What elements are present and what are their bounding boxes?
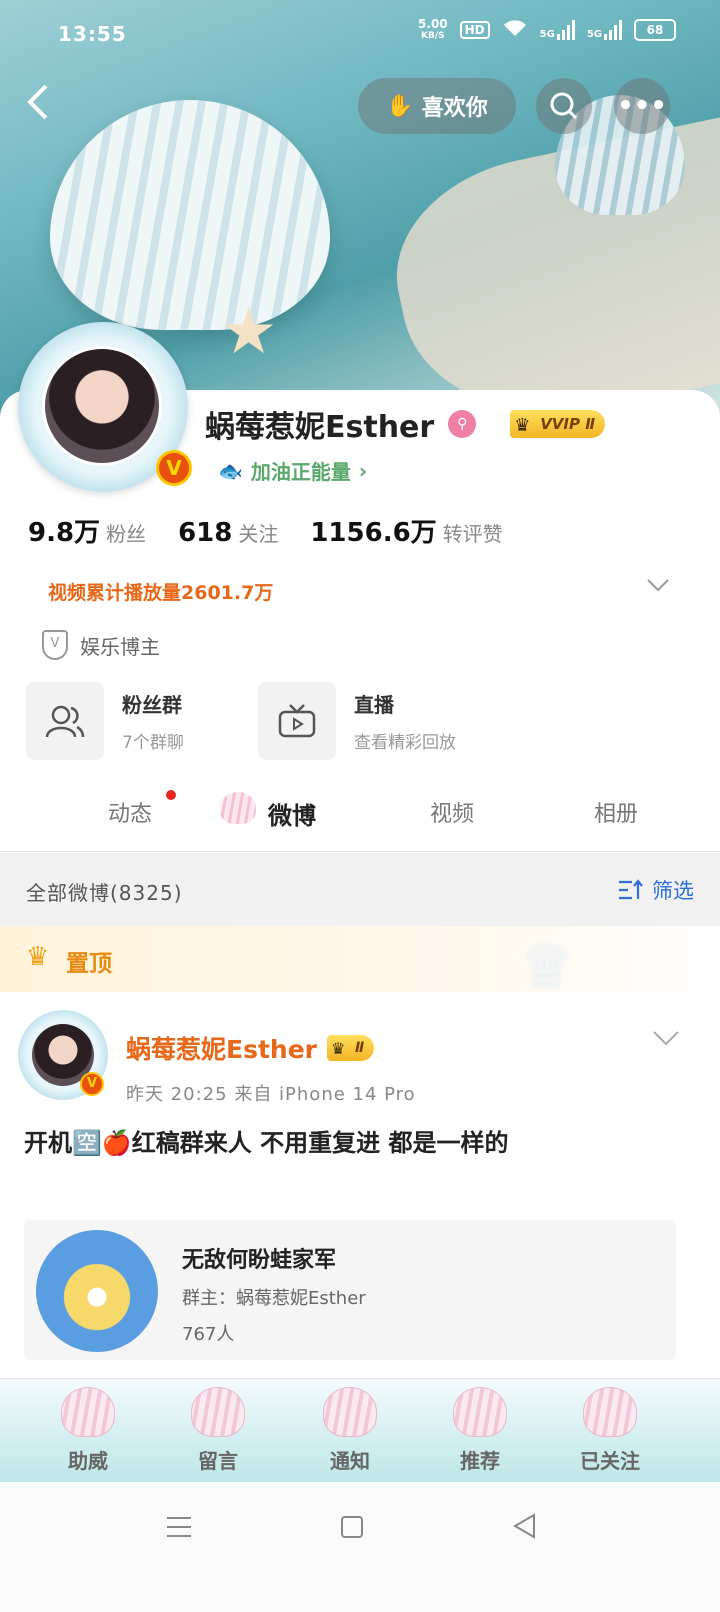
profile-stats: 9.8万 粉丝 618 关注 1156.6万 转评赞 — [28, 512, 503, 549]
shell-icon — [61, 1387, 115, 1437]
vvip-badge[interactable]: ♛ VVIP Ⅱ — [510, 410, 606, 438]
all-posts-count: 全部微博(8325) — [26, 881, 183, 905]
bottom-action-bar: 助威 留言 通知 推荐 已关注 — [0, 1378, 720, 1482]
shell-icon — [220, 792, 256, 824]
pearl-shell-group-logo — [36, 1230, 158, 1352]
name-row: 蜗莓惹妮Esther ⚲ ♛ VVIP Ⅱ — [205, 402, 606, 446]
tab-activity[interactable]: 动态 — [108, 796, 152, 828]
energy-link[interactable]: 🐟 加油正能量 › — [218, 456, 367, 485]
fan-group-button[interactable]: 粉丝群 7个群聊 — [26, 682, 184, 760]
shield-v-icon: V — [42, 630, 68, 660]
profile-name: 蜗莓惹妮Esther — [205, 410, 435, 445]
hd-icon: HD — [459, 21, 490, 39]
filter-button[interactable]: 筛选 — [618, 875, 694, 905]
shell-icon — [583, 1387, 637, 1437]
avatar-image — [42, 346, 162, 466]
verified-v-icon: V — [156, 450, 192, 486]
status-bar: 13:55 5.00 KB/S HD 5G 5G 68 — [0, 0, 720, 64]
stat-following[interactable]: 618 关注 — [178, 518, 278, 548]
home-icon[interactable] — [340, 1512, 364, 1547]
expand-profile-button[interactable] — [646, 570, 670, 600]
crown-icon: ♛ — [26, 942, 50, 972]
recommend-button[interactable]: 推荐 — [420, 1379, 540, 1483]
signal-icon-2: 5G — [587, 20, 622, 40]
system-icons: 5.00 KB/S HD 5G 5G 68 — [418, 18, 676, 42]
post-author-name[interactable]: 蜗莓惹妮Esther — [126, 1030, 317, 1066]
cheer-button[interactable]: 助威 — [28, 1379, 148, 1483]
group-chat-card[interactable]: 无敌何盼蛙家军 群主：蜗莓惹妮Esther 767人 — [24, 1220, 676, 1360]
clock: 13:55 — [58, 22, 127, 46]
avatar[interactable]: V — [18, 322, 192, 492]
filter-bar: 全部微博(8325) 筛选 — [0, 853, 720, 927]
stat-followers[interactable]: 9.8万 粉丝 — [28, 512, 146, 549]
shell-icon — [453, 1387, 507, 1437]
network-speed: 5.00 KB/S — [418, 17, 448, 41]
chevron-left-icon — [27, 84, 48, 120]
shell-icon — [191, 1387, 245, 1437]
tab-weibo[interactable]: 微博 — [268, 796, 316, 831]
verified-v-icon: V — [80, 1072, 104, 1096]
like-you-button[interactable]: ✋ 喜欢你 — [358, 78, 516, 134]
post-author-avatar[interactable]: V — [18, 1010, 108, 1100]
vip-badge[interactable]: ♛ Ⅱ — [327, 1035, 375, 1061]
hand-heart-icon: ✋ — [386, 93, 414, 119]
post-text[interactable]: 开机🈳🍎红稿群来人 不用重复进 都是一样的 — [24, 1120, 684, 1166]
more-button[interactable]: ••• — [614, 78, 670, 134]
notify-button[interactable]: 通知 — [290, 1379, 410, 1483]
chevron-down-icon — [647, 579, 669, 592]
back-button[interactable] — [22, 82, 66, 126]
profile-tabs: 动态 微博 视频 相册 — [0, 782, 720, 852]
post-meta: 昨天 20:25 来自 iPhone 14 Pro — [126, 1084, 416, 1105]
search-icon — [550, 92, 578, 120]
live-replay-button[interactable]: 直播 查看精彩回放 — [258, 682, 456, 760]
chevron-down-icon — [653, 1031, 679, 1046]
tab-album[interactable]: 相册 — [594, 796, 638, 828]
pinned-header: ♛ 置顶 ♛ — [0, 926, 720, 1002]
post-author-row: 蜗莓惹妮Esther ♛ Ⅱ — [126, 1030, 375, 1066]
post-menu-button[interactable] — [652, 1024, 680, 1054]
conch-icon — [323, 1387, 377, 1437]
more-dots-icon: ••• — [617, 91, 667, 121]
pinned-label: 置顶 — [66, 951, 112, 977]
back-triangle-icon[interactable] — [512, 1512, 538, 1547]
signal-icon: 5G — [540, 20, 575, 40]
tv-icon — [258, 682, 336, 760]
group-title: 无敌何盼蛙家军 — [182, 1248, 337, 1273]
banner-shell-decoration — [50, 100, 330, 330]
followed-button[interactable]: 已关注 — [550, 1379, 670, 1483]
wifi-icon — [502, 18, 528, 42]
crown-decoration-icon: ♛ — [520, 932, 574, 1002]
group-owner: 群主：蜗莓惹妮Esther — [182, 1288, 366, 1309]
battery-icon: 68 — [634, 19, 676, 41]
video-play-count: 视频累计播放量2601.7万 — [48, 582, 274, 604]
tab-video[interactable]: 视频 — [430, 796, 474, 828]
stat-interactions[interactable]: 1156.6万 转评赞 — [310, 512, 502, 549]
chevron-right-icon: › — [358, 458, 368, 483]
profile-page: ★ 13:55 5.00 KB/S HD 5G 5G 68 ✋ 喜欢你 ••• … — [0, 0, 720, 1612]
starfish-icon: ★ — [220, 295, 278, 369]
notification-dot — [166, 790, 176, 800]
crown-icon: ♛ — [514, 415, 531, 436]
creator-role[interactable]: V 娱乐博主 — [42, 630, 160, 660]
filter-sort-icon — [619, 879, 643, 900]
fish-icon: 🐟 — [218, 458, 243, 483]
menu-icon[interactable] — [166, 1512, 192, 1547]
group-users-icon — [26, 682, 104, 760]
system-navigation-bar — [0, 1482, 720, 1612]
group-member-count: 767人 — [182, 1324, 235, 1345]
crown-icon: ♛ — [331, 1039, 346, 1058]
message-button[interactable]: 留言 — [158, 1379, 278, 1483]
search-button[interactable] — [536, 78, 592, 134]
member-icon[interactable]: ⚲ — [448, 410, 477, 438]
